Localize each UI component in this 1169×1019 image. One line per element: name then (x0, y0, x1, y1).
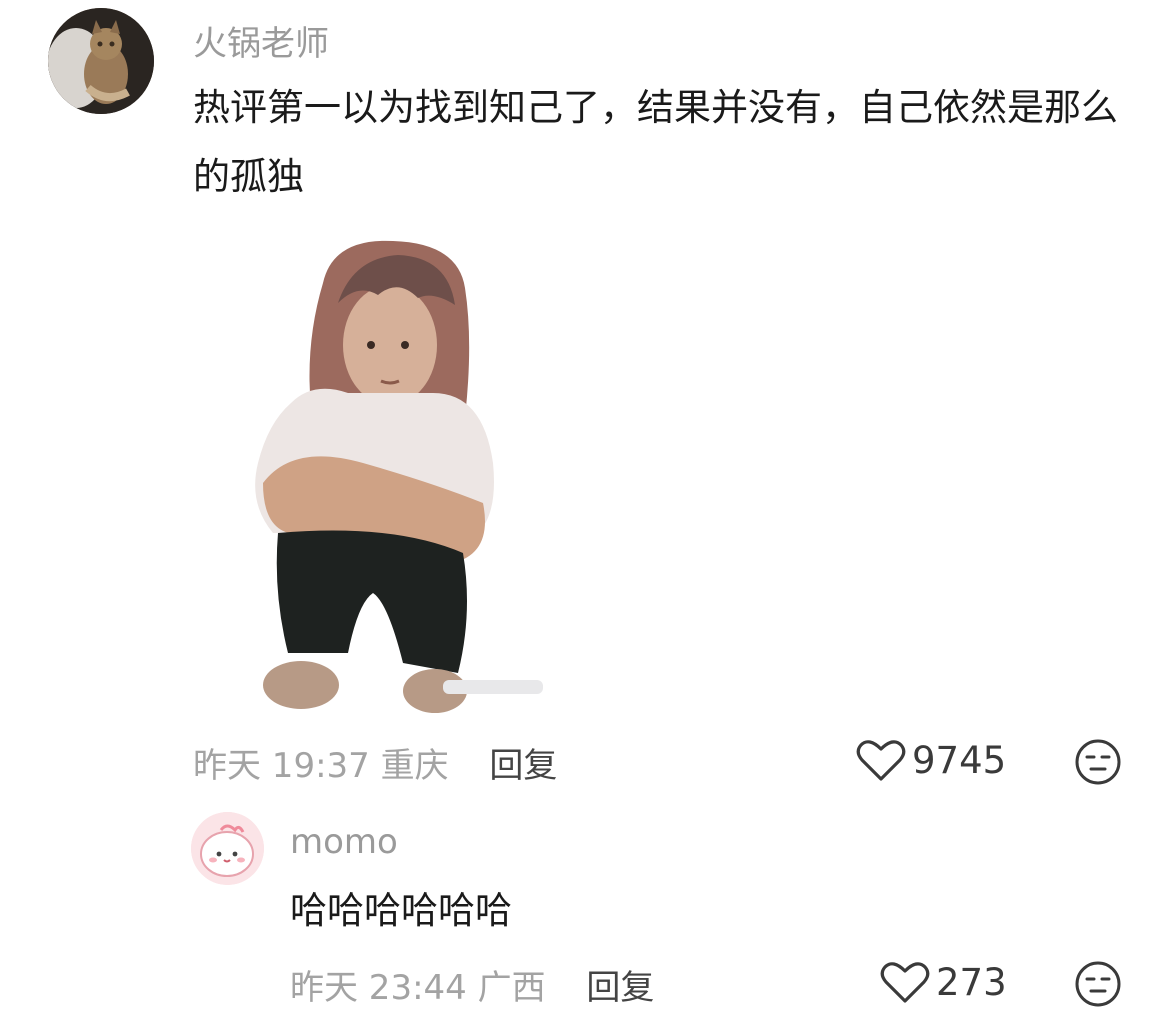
reply-location: 广西 (477, 968, 546, 1008)
like-count: 9745 (912, 738, 1007, 782)
reply-reaction-button[interactable] (1074, 960, 1122, 1008)
comment-meta: 昨天 19:37 重庆 回复 (193, 738, 557, 787)
like-button[interactable]: 9745 (856, 738, 1006, 782)
reply-reply-button[interactable]: 回复 (586, 968, 654, 1008)
user-avatar-momo[interactable] (191, 812, 264, 885)
reply-like-count: 273 (936, 960, 1007, 1004)
comment-username[interactable]: 火锅老师 (193, 16, 329, 65)
emoji-face-icon (1075, 961, 1121, 1007)
comment-location: 重庆 (380, 746, 449, 786)
sticker-image-icon (193, 233, 551, 717)
heart-outline-icon (856, 740, 906, 781)
reaction-button[interactable] (1074, 738, 1122, 786)
user-avatar-cat[interactable] (48, 8, 154, 114)
reply-username[interactable]: momo (290, 822, 398, 862)
reply-like-button[interactable]: 273 (880, 960, 1007, 1004)
heart-outline-icon (880, 962, 930, 1003)
reply-text: 哈哈哈哈哈哈 (290, 889, 512, 932)
comment-time: 昨天 19:37 (193, 746, 370, 786)
cat-avatar-icon (48, 8, 154, 114)
reply-time: 昨天 23:44 (290, 968, 467, 1008)
crouching-person-sticker[interactable] (193, 233, 551, 717)
pink-cartoon-avatar-icon (191, 812, 264, 885)
reply-button[interactable]: 回复 (489, 746, 557, 786)
comment-text: 热评第一以为找到知己了，结果并没有，自己依然是那么的孤独 (193, 86, 1118, 198)
reply-meta: 昨天 23:44 广西 回复 (290, 960, 654, 1009)
emoji-face-icon (1075, 739, 1121, 785)
